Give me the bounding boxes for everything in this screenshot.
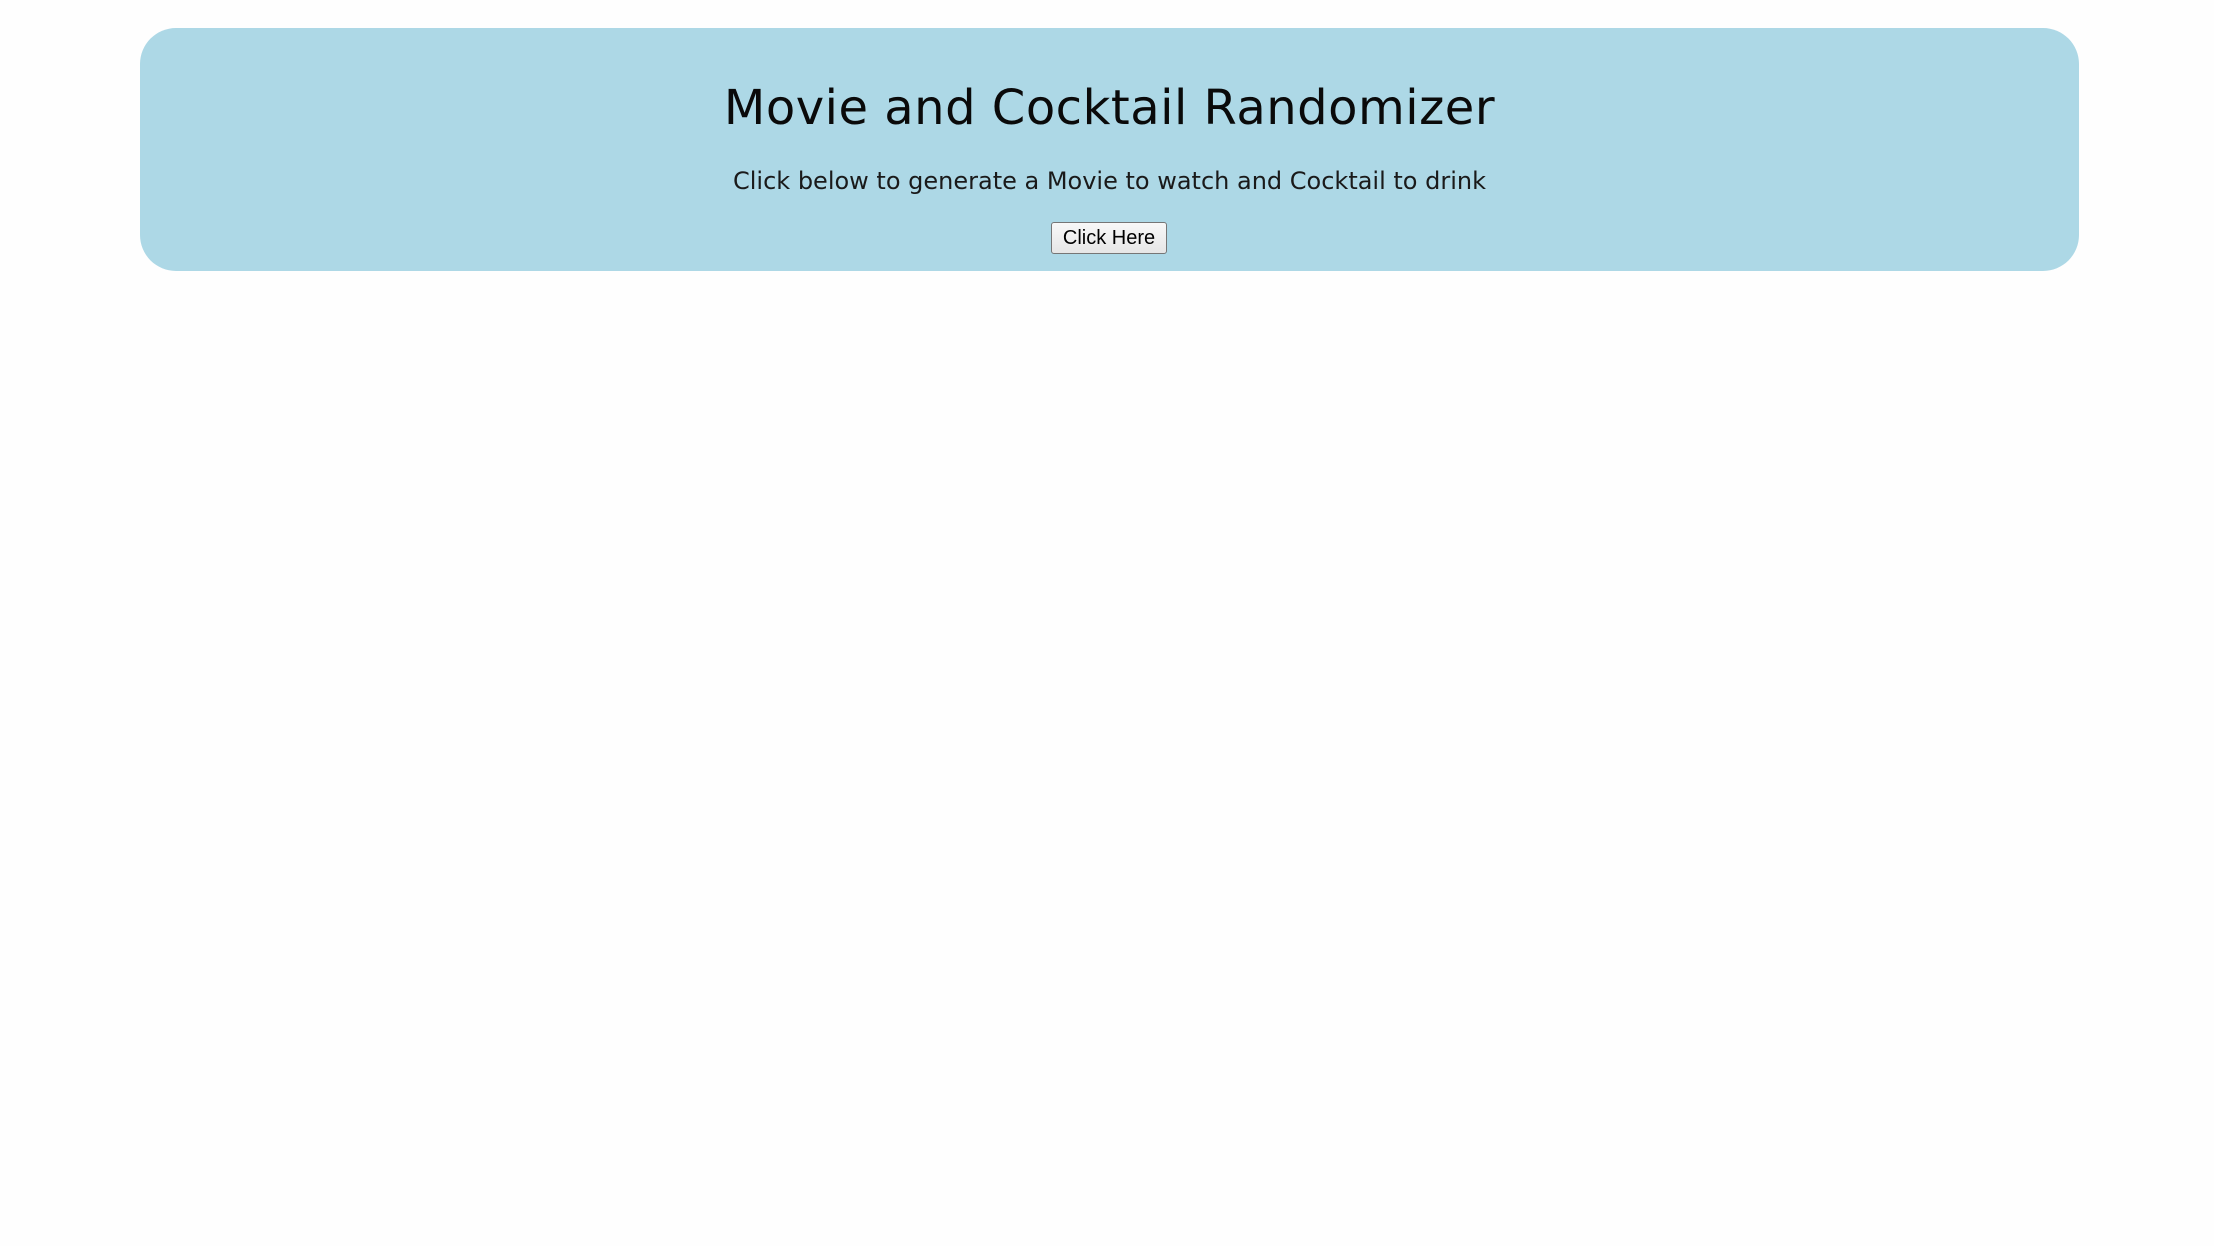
results-area (140, 290, 2079, 1190)
page-title: Movie and Cocktail Randomizer (723, 80, 1496, 136)
page-subtitle: Click below to generate a Movie to watch… (733, 167, 1486, 195)
generate-button[interactable]: Click Here (1051, 222, 1167, 254)
hero-banner: Movie and Cocktail Randomizer Click belo… (140, 28, 2079, 271)
